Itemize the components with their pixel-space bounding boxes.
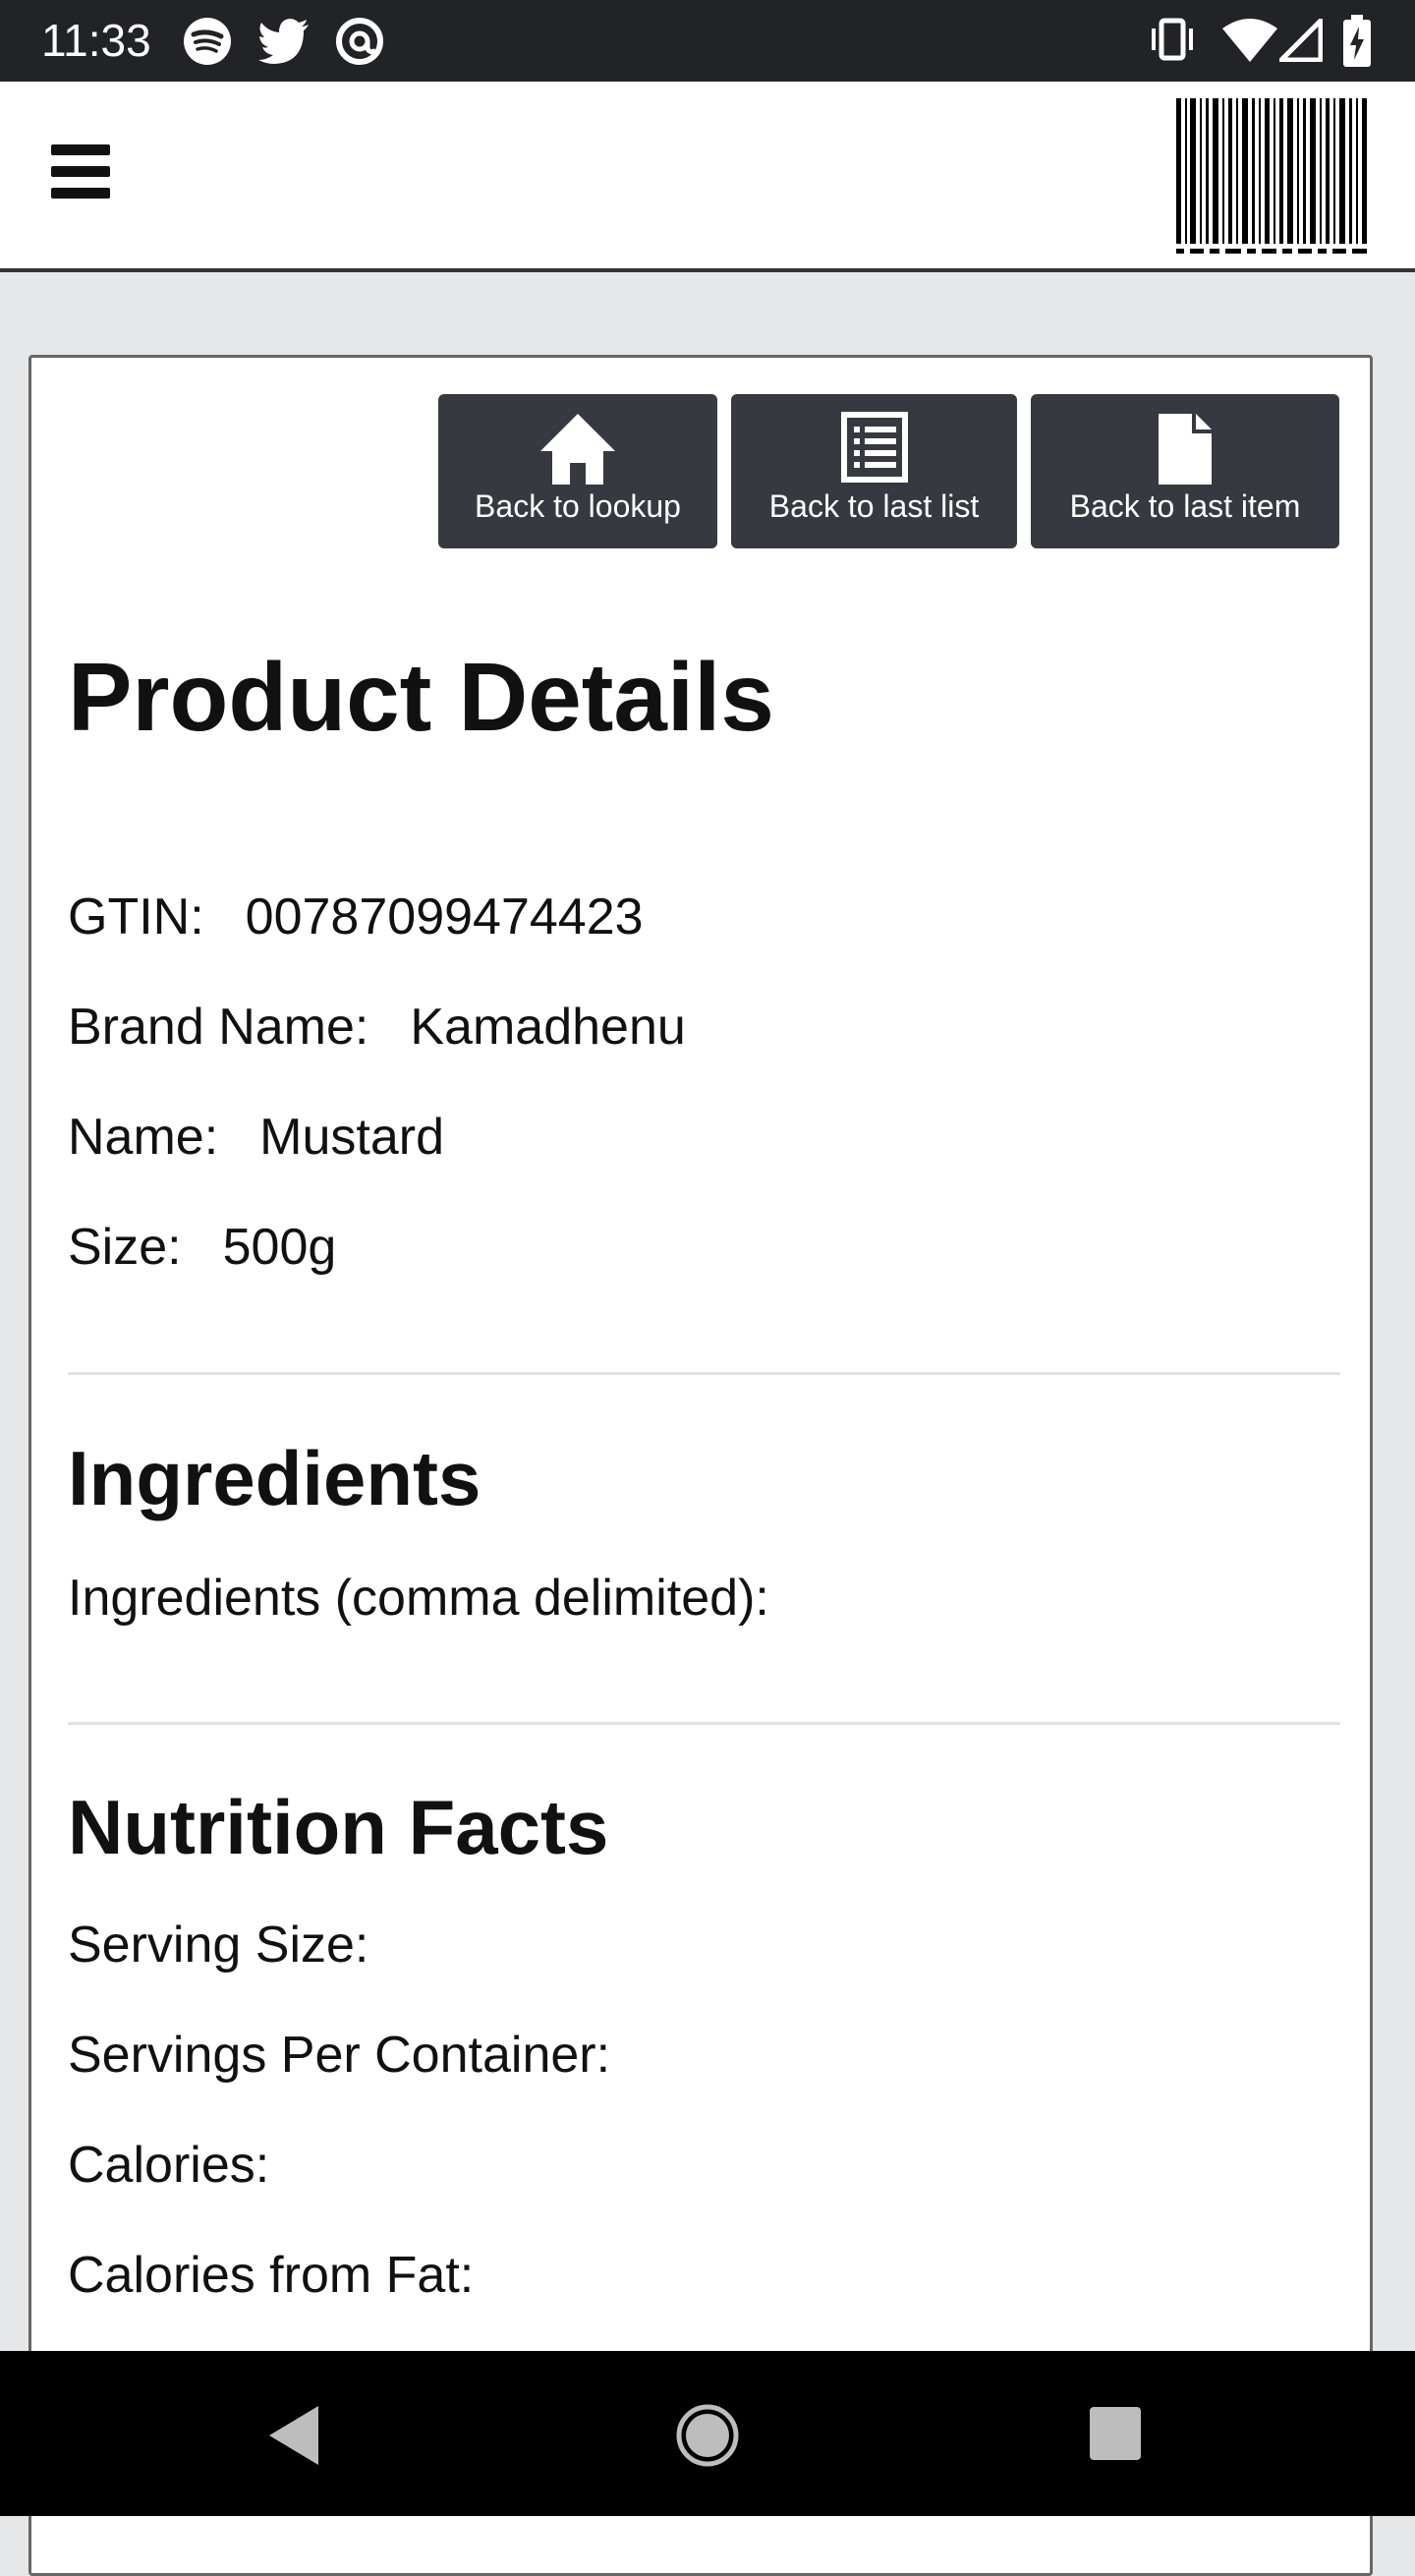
battery-charging-icon: [1343, 15, 1371, 67]
size-row: Size: 500g: [68, 1218, 336, 1277]
back-triangle-icon[interactable]: [265, 2404, 324, 2467]
cell-signal-icon: [1279, 19, 1323, 62]
nutrition-facts-title: Nutrition Facts: [68, 1784, 609, 1870]
system-navigation-bar: [0, 2351, 1415, 2516]
ingredients-label: Ingredients (comma delimited):: [68, 1570, 769, 1627]
wifi-icon: [1222, 19, 1277, 62]
size-value: 500g: [222, 1219, 337, 1276]
brand-row: Brand Name: Kamadhenu: [68, 998, 686, 1057]
serving-size-label: Serving Size:: [68, 1917, 369, 1974]
name-row: Name: Mustard: [68, 1108, 444, 1167]
twitter-icon: [258, 19, 309, 64]
calories-label: Calories:: [68, 2137, 270, 2194]
name-label: Name:: [68, 1109, 219, 1166]
back-to-last-list-label: Back to last list: [768, 488, 980, 524]
vibrate-icon: [1152, 18, 1193, 61]
ingredients-title: Ingredients: [68, 1435, 481, 1521]
at-sign-icon: [336, 18, 383, 65]
name-value: Mustard: [259, 1109, 444, 1166]
app-header: [0, 82, 1415, 272]
product-card: Back to lookup Back to last list Back to…: [28, 355, 1373, 2576]
brand-label: Brand Name:: [68, 999, 369, 1056]
list-icon: [840, 412, 908, 483]
recents-square-icon[interactable]: [1089, 2406, 1142, 2461]
back-to-last-list-button[interactable]: Back to last list: [731, 394, 1017, 548]
divider: [68, 1372, 1340, 1375]
document-icon: [1159, 414, 1212, 485]
home-icon: [540, 414, 615, 485]
back-to-lookup-label: Back to lookup: [475, 488, 681, 524]
barcode-icon[interactable]: [1174, 98, 1369, 258]
home-circle-icon[interactable]: [676, 2404, 739, 2467]
page-title: Product Details: [68, 643, 774, 751]
size-label: Size:: [68, 1219, 182, 1276]
back-to-last-item-button[interactable]: Back to last item: [1031, 394, 1339, 548]
calories-from-fat-label: Calories from Fat:: [68, 2247, 475, 2304]
back-to-lookup-button[interactable]: Back to lookup: [438, 394, 717, 548]
status-bar: 11:33: [0, 0, 1415, 82]
gtin-value: 00787099474423: [245, 888, 644, 945]
divider: [68, 1722, 1340, 1725]
hamburger-menu-icon[interactable]: [51, 144, 118, 207]
brand-value: Kamadhenu: [410, 999, 686, 1056]
gtin-row: GTIN: 00787099474423: [68, 887, 644, 946]
servings-per-container-label: Servings Per Container:: [68, 2027, 611, 2084]
back-to-last-item-label: Back to last item: [1069, 488, 1301, 524]
spotify-icon: [184, 18, 231, 65]
gtin-label: GTIN:: [68, 888, 204, 945]
status-time: 11:33: [41, 15, 151, 66]
